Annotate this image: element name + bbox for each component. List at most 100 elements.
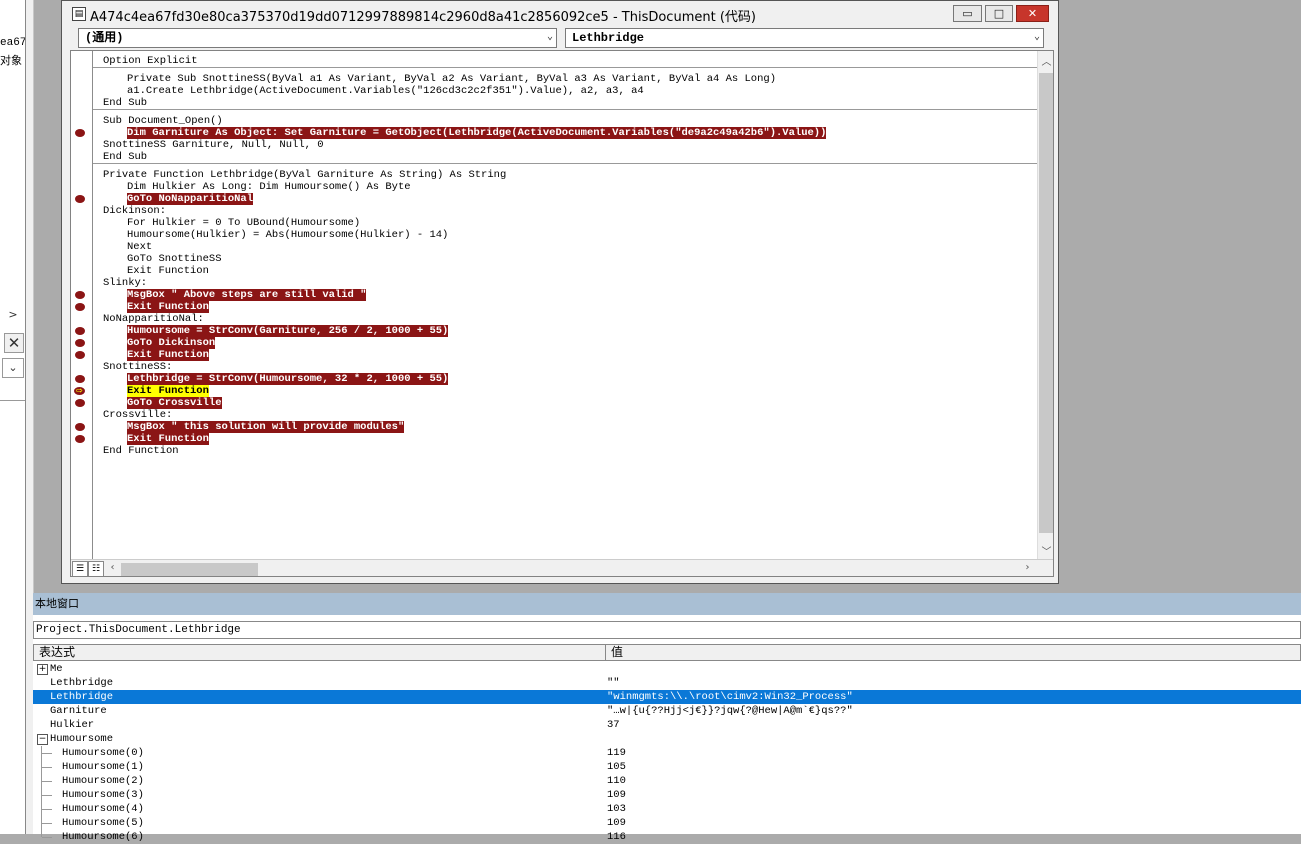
locals-row[interactable]: Hulkier 37 xyxy=(33,718,1301,732)
code-line-text: Slinky: xyxy=(103,277,148,289)
collapse-icon[interactable]: − xyxy=(37,734,48,745)
code-line[interactable]: Slinky: xyxy=(93,277,1037,289)
code-line[interactable]: Crossville: xyxy=(93,409,1037,421)
locals-row[interactable]: Humoursome(3) 109 xyxy=(33,788,1301,802)
object-combo[interactable]: (通用) ⌄ xyxy=(78,28,557,48)
locals-row[interactable]: Garniture "…w|{u{??Hjj<j€}}?jqw{?@Hew|A@m… xyxy=(33,704,1301,718)
locals-row[interactable]: Humoursome(1) 105 xyxy=(33,760,1301,774)
locals-expression: Garniture xyxy=(50,705,107,717)
breakpoint-icon[interactable] xyxy=(75,435,85,443)
code-line[interactable]: Exit Function xyxy=(93,433,1037,445)
code-line-text: Humoursome = StrConv(Garniture, 256 / 2,… xyxy=(127,325,449,337)
close-button[interactable]: ✕ xyxy=(1016,5,1049,22)
column-header-expression[interactable]: 表达式 xyxy=(39,645,75,660)
code-line[interactable]: Humoursome = StrConv(Garniture, 256 / 2,… xyxy=(93,325,1037,337)
breakpoint-icon[interactable] xyxy=(75,399,85,407)
breakpoint-icon[interactable] xyxy=(75,195,85,203)
procedure-combo[interactable]: Lethbridge ⌄ xyxy=(565,28,1044,48)
breakpoint-icon[interactable] xyxy=(75,327,85,335)
tree-connector xyxy=(42,767,52,768)
procedure-view-icon[interactable]: ☰ xyxy=(72,561,88,576)
locals-row[interactable]: Lethbridge "" xyxy=(33,676,1301,690)
code-line[interactable]: a1.Create Lethbridge(ActiveDocument.Vari… xyxy=(93,85,1037,97)
code-line[interactable]: Private Sub SnottineSS(ByVal a1 As Varia… xyxy=(93,73,1037,85)
code-line[interactable]: Sub Document_Open() xyxy=(93,115,1037,127)
locals-window-title[interactable]: 本地窗口 xyxy=(33,593,1301,615)
project-explorer-fragment: ea67 对象 > ✕ ⌄ xyxy=(0,0,26,834)
vertical-scrollbar[interactable]: ︿ ﹀ xyxy=(1037,51,1053,559)
minimize-button[interactable]: ▭ xyxy=(953,5,982,22)
project-item-fragment[interactable]: ea67 xyxy=(0,37,25,49)
locals-row[interactable]: Humoursome(4) 103 xyxy=(33,802,1301,816)
code-line-text: End Sub xyxy=(103,97,148,109)
execution-pointer-icon[interactable]: ⇨ xyxy=(74,387,86,395)
breakpoint-icon[interactable] xyxy=(75,129,85,137)
breakpoint-icon[interactable] xyxy=(75,291,85,299)
code-line[interactable]: GoTo Crossville xyxy=(93,397,1037,409)
breakpoint-icon[interactable] xyxy=(75,423,85,431)
locals-row[interactable]: + Me xyxy=(33,662,1301,676)
breakpoint-margin[interactable]: ⇨ xyxy=(71,51,93,559)
code-line[interactable]: Lethbridge = StrConv(Humoursome, 32 * 2,… xyxy=(93,373,1037,385)
code-line[interactable]: Option Explicit xyxy=(93,55,1037,67)
code-line[interactable]: SnottineSS Garniture, Null, Null, 0 xyxy=(93,139,1037,151)
scroll-right-arrow[interactable]: › xyxy=(1019,562,1036,573)
locals-context-path[interactable]: Project.ThisDocument.Lethbridge xyxy=(33,621,1301,639)
code-line[interactable]: For Hulkier = 0 To UBound(Humoursome) xyxy=(93,217,1037,229)
horizontal-scrollbar[interactable]: ☰ ☷ ‹ › xyxy=(71,559,1053,576)
window-title: A474c4ea67fd30e80ca375370d19dd0712997889… xyxy=(90,10,756,25)
code-line[interactable]: Next xyxy=(93,241,1037,253)
locals-row[interactable]: Lethbridge "winmgmts:\\.\root\cimv2:Win32… xyxy=(33,690,1301,704)
expand-icon[interactable]: + xyxy=(37,664,48,675)
locals-row[interactable]: − Humoursome xyxy=(33,732,1301,746)
code-line[interactable]: SnottineSS: xyxy=(93,361,1037,373)
properties-dropdown-icon[interactable]: ⌄ xyxy=(2,358,24,378)
locals-row[interactable]: Humoursome(6) 116 xyxy=(33,830,1301,844)
locals-row[interactable]: Humoursome(0) 119 xyxy=(33,746,1301,760)
code-line[interactable]: GoTo NoNapparitioNal xyxy=(93,193,1037,205)
horizontal-scroll-thumb[interactable] xyxy=(121,563,258,576)
code-line-text: Lethbridge = StrConv(Humoursome, 32 * 2,… xyxy=(127,373,449,385)
locals-row[interactable]: Humoursome(2) 110 xyxy=(33,774,1301,788)
code-line[interactable]: Exit Function xyxy=(93,349,1037,361)
code-line[interactable]: Exit Function xyxy=(93,301,1037,313)
code-line[interactable]: MsgBox " this solution will provide modu… xyxy=(93,421,1037,433)
project-folder-fragment[interactable]: 对象 xyxy=(0,52,22,68)
code-line[interactable]: Exit Function xyxy=(93,265,1037,277)
code-line[interactable]: End Sub xyxy=(93,151,1037,163)
full-module-view-icon[interactable]: ☷ xyxy=(88,561,104,576)
code-line-text: Next xyxy=(127,241,153,253)
maximize-button[interactable]: □ xyxy=(985,5,1013,22)
breakpoint-icon[interactable] xyxy=(75,303,85,311)
code-line[interactable]: GoTo Dickinson xyxy=(93,337,1037,349)
code-line[interactable]: End Sub xyxy=(93,97,1037,109)
vertical-scroll-thumb[interactable] xyxy=(1039,73,1053,533)
code-editor[interactable]: ⇨ Option Explicit Private Sub SnottineSS(… xyxy=(70,50,1054,577)
code-line[interactable]: Dim Hulkier As Long: Dim Humoursome() As… xyxy=(93,181,1037,193)
code-line[interactable]: Private Function Lethbridge(ByVal Garnit… xyxy=(93,169,1037,181)
locals-column-header: 表达式 值 xyxy=(33,644,1301,661)
code-line[interactable]: NoNapparitioNal: xyxy=(93,313,1037,325)
breakpoint-icon[interactable] xyxy=(75,375,85,383)
properties-close-icon[interactable]: ✕ xyxy=(4,333,24,353)
code-line[interactable]: Humoursome(Hulkier) = Abs(Humoursome(Hul… xyxy=(93,229,1037,241)
code-line[interactable]: Dim Garniture As Object: Set Garniture =… xyxy=(93,127,1037,139)
breakpoint-icon[interactable] xyxy=(75,351,85,359)
scroll-up-arrow[interactable]: ︿ xyxy=(1038,53,1053,68)
scroll-left-arrow[interactable]: ‹ xyxy=(104,562,121,573)
code-line[interactable]: Exit Function xyxy=(93,385,1037,397)
code-lines[interactable]: Option Explicit Private Sub SnottineSS(By… xyxy=(93,51,1037,559)
code-line[interactable]: GoTo SnottineSS xyxy=(93,253,1037,265)
locals-value: 116 xyxy=(607,831,626,843)
column-divider[interactable] xyxy=(605,645,606,660)
code-window-titlebar[interactable]: ▤ A474c4ea67fd30e80ca375370d19dd07129978… xyxy=(62,1,1058,27)
code-line[interactable]: MsgBox " Above steps are still valid " xyxy=(93,289,1037,301)
breakpoint-icon[interactable] xyxy=(75,339,85,347)
scroll-right-arrow[interactable]: > xyxy=(4,306,22,324)
locals-row[interactable]: Humoursome(5) 109 xyxy=(33,816,1301,830)
scroll-down-arrow[interactable]: ﹀ xyxy=(1038,543,1053,558)
code-line[interactable]: Dickinson: xyxy=(93,205,1037,217)
column-header-value[interactable]: 值 xyxy=(611,645,623,660)
code-line[interactable]: End Function xyxy=(93,445,1037,457)
chevron-down-icon: ⌄ xyxy=(546,32,553,43)
